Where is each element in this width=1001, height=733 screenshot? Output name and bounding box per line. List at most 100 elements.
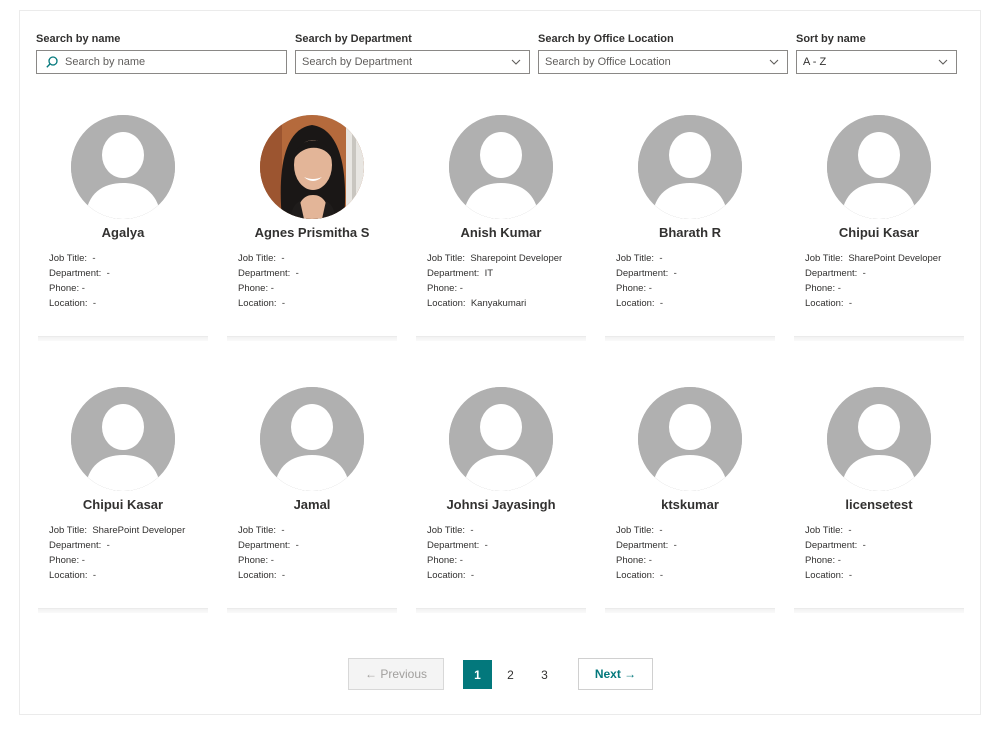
phone-value: - [81,555,85,566]
person-icon [638,387,742,491]
department-value: IT [484,268,494,279]
phone-value: - [459,555,463,566]
card-divider [227,336,397,341]
job-title-value: - [281,253,285,264]
job-title-label: Job Title: [238,253,277,264]
person-details: Job Title: SharePoint Developer Departmen… [805,251,941,311]
card-divider [38,336,208,341]
location-dropdown[interactable]: Search by Office Location [538,50,788,74]
avatar [449,115,553,219]
department-value: - [295,268,299,279]
location-row: Location: Kanyakumari [427,296,562,311]
person-details: Job Title: - Department: - Phone: - Locatio… [427,523,488,583]
page-1-button[interactable]: 1 [463,660,492,689]
avatar [260,387,364,491]
job-title-row: Job Title: - [238,523,299,538]
job-title-value: - [848,525,852,536]
name-filter: Search by name Search by name [36,32,287,74]
person-name: Anish Kumar [460,225,542,240]
location-label: Location: [49,298,88,309]
department-row: Department: - [805,538,866,553]
job-title-row: Job Title: - [49,251,110,266]
location-value: - [848,570,853,581]
person-icon [71,387,175,491]
page-2-button[interactable]: 2 [496,660,525,689]
job-title-label: Job Title: [238,525,277,536]
name-filter-label: Search by name [36,33,121,45]
person-card[interactable]: Bharath R Job Title: - Department: - Phone:… [604,113,776,341]
phone-value: - [81,283,85,294]
person-card[interactable]: Jamal Job Title: - Department: - Phone: - Lo… [226,385,398,613]
department-filter: Search by Department Search by Departmen… [295,32,530,74]
location-label: Location: [49,570,88,581]
job-title-value: SharePoint Developer [848,253,942,264]
location-row: Location: - [805,296,941,311]
job-title-label: Job Title: [427,253,466,264]
job-title-row: Job Title: Sharepoint Developer [427,251,562,266]
person-icon [449,115,553,219]
location-row: Location: - [616,296,677,311]
department-value: - [106,540,110,551]
sort-dropdown[interactable]: A - Z [796,50,957,74]
location-value: - [281,570,286,581]
department-value: - [295,540,299,551]
person-name: Agalya [101,225,145,240]
next-page-button[interactable]: Next → [578,658,653,690]
avatar [827,115,931,219]
department-value: - [484,540,488,551]
phone-label: Phone: [238,555,269,566]
location-value: - [92,298,97,309]
person-card[interactable]: ktskumar Job Title: - Department: - Phone: … [604,385,776,613]
location-label: Location: [616,570,655,581]
job-title-row: Job Title: - [805,523,866,538]
department-label: Department: [616,540,669,551]
department-label: Department: [238,268,291,279]
job-title-row: Job Title: SharePoint Developer [49,523,185,538]
profile-photo [260,115,364,219]
chevron-down-icon [511,59,521,65]
page-3-button[interactable]: 3 [530,660,559,689]
phone-value: - [459,283,463,294]
phone-row: Phone: - [805,281,941,296]
card-divider [227,608,397,613]
card-divider [416,608,586,613]
department-dropdown[interactable]: Search by Department [295,50,530,74]
person-card[interactable]: Chipui Kasar Job Title: SharePoint Develo… [37,385,209,613]
location-label: Location: [805,298,844,309]
person-card[interactable]: Agnes Prismitha S Job Title: - Department:… [226,113,398,341]
person-details: Job Title: - Department: - Phone: - Locatio… [616,251,677,311]
location-label: Location: [427,298,466,309]
phone-row: Phone: - [427,281,562,296]
job-title-label: Job Title: [805,253,844,264]
department-label: Department: [805,268,858,279]
avatar [71,115,175,219]
department-row: Department: - [238,538,299,553]
name-search-input[interactable]: Search by name [36,50,287,74]
location-row: Location: - [238,296,299,311]
person-card[interactable]: licensetest Job Title: - Department: - Phon… [793,385,965,613]
department-label: Department: [427,268,480,279]
sort-filter-label: Sort by name [796,33,866,45]
location-value: - [92,570,97,581]
card-divider [794,608,964,613]
department-value: - [862,540,866,551]
person-card[interactable]: Chipui Kasar Job Title: SharePoint Develo… [793,113,965,341]
location-label: Location: [805,570,844,581]
person-details: Job Title: - Department: - Phone: - Locatio… [238,251,299,311]
card-divider [38,608,208,613]
person-card[interactable]: Agalya Job Title: - Department: - Phone: -L… [37,113,209,341]
location-label: Location: [238,298,277,309]
location-value: - [470,570,475,581]
phone-row: Phone: - [616,281,677,296]
person-card[interactable]: Johnsi Jayasingh Job Title: - Department: … [415,385,587,613]
job-title-row: Job Title: SharePoint Developer [805,251,941,266]
card-divider [794,336,964,341]
location-row: Location: - [49,296,110,311]
person-card[interactable]: Anish Kumar Job Title: Sharepoint Develop… [415,113,587,341]
previous-page-button[interactable]: ← Previous [348,658,444,690]
department-row: Department: - [49,266,110,281]
phone-label: Phone: [616,555,647,566]
job-title-value: - [470,525,474,536]
department-value: - [862,268,866,279]
person-details: Job Title: SharePoint Developer Departmen… [49,523,185,583]
